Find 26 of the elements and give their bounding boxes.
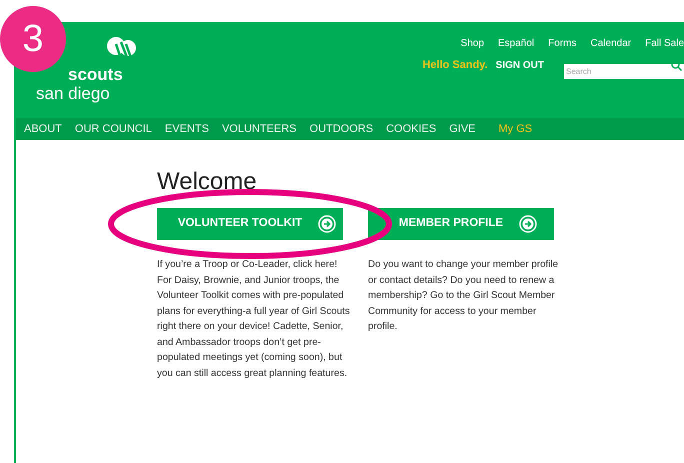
sign-out-link[interactable]: SIGN OUT xyxy=(496,58,544,73)
utility-link[interactable]: Fall Sale xyxy=(645,36,684,51)
utility-link[interactable]: Shop xyxy=(460,36,484,51)
card-button[interactable]: VOLUNTEER TOOLKIT xyxy=(157,208,343,240)
nav-link[interactable]: My GS xyxy=(498,120,532,138)
nav-link[interactable]: EVENTS xyxy=(164,120,209,138)
utility-link[interactable]: Forms xyxy=(548,36,576,51)
logo-text: san diego xyxy=(36,84,111,104)
arrow-circle-icon xyxy=(318,215,336,233)
logo-text: scouts xyxy=(67,66,124,84)
utility-link[interactable]: Español xyxy=(498,36,534,51)
card-button[interactable]: MEMBER PROFILE xyxy=(368,208,554,240)
nav-link[interactable]: OUTDOORS xyxy=(310,120,374,138)
card-description: Do you want to change your member profile or contact details? Do you need to renew a membership? Go to the Girl Scout Member Community for access to your member profile. xyxy=(368,258,560,334)
nav-link[interactable]: ABOUT xyxy=(24,120,62,138)
step-badge: 3 xyxy=(0,6,66,72)
page-heading: Welcome xyxy=(157,168,258,196)
greeting-text: Hello Sandy. xyxy=(422,58,488,73)
nav-link[interactable]: OUR COUNCIL xyxy=(74,120,152,138)
nav-link[interactable]: VOLUNTEERS xyxy=(222,120,297,138)
search-field[interactable]: Search xyxy=(564,64,684,79)
arrow-circle-icon xyxy=(519,215,538,233)
utility-link[interactable]: Calendar xyxy=(590,36,632,51)
nav-link[interactable]: GIVE xyxy=(449,120,476,138)
nav-link[interactable]: COOKIES xyxy=(386,120,436,138)
card-description: If you’re a Troop or Co-Leader, click here! For Daisy, Brownie, and Junior troops, the Volunteer Toolkit comes with pre-populated plans for everything-a full year of Girl Scouts right there on your device! Cadette, Senior, and Ambassador troops don’t get pre-populated meetings yet (coming soon), but you can still access great planning features. xyxy=(157,258,351,380)
